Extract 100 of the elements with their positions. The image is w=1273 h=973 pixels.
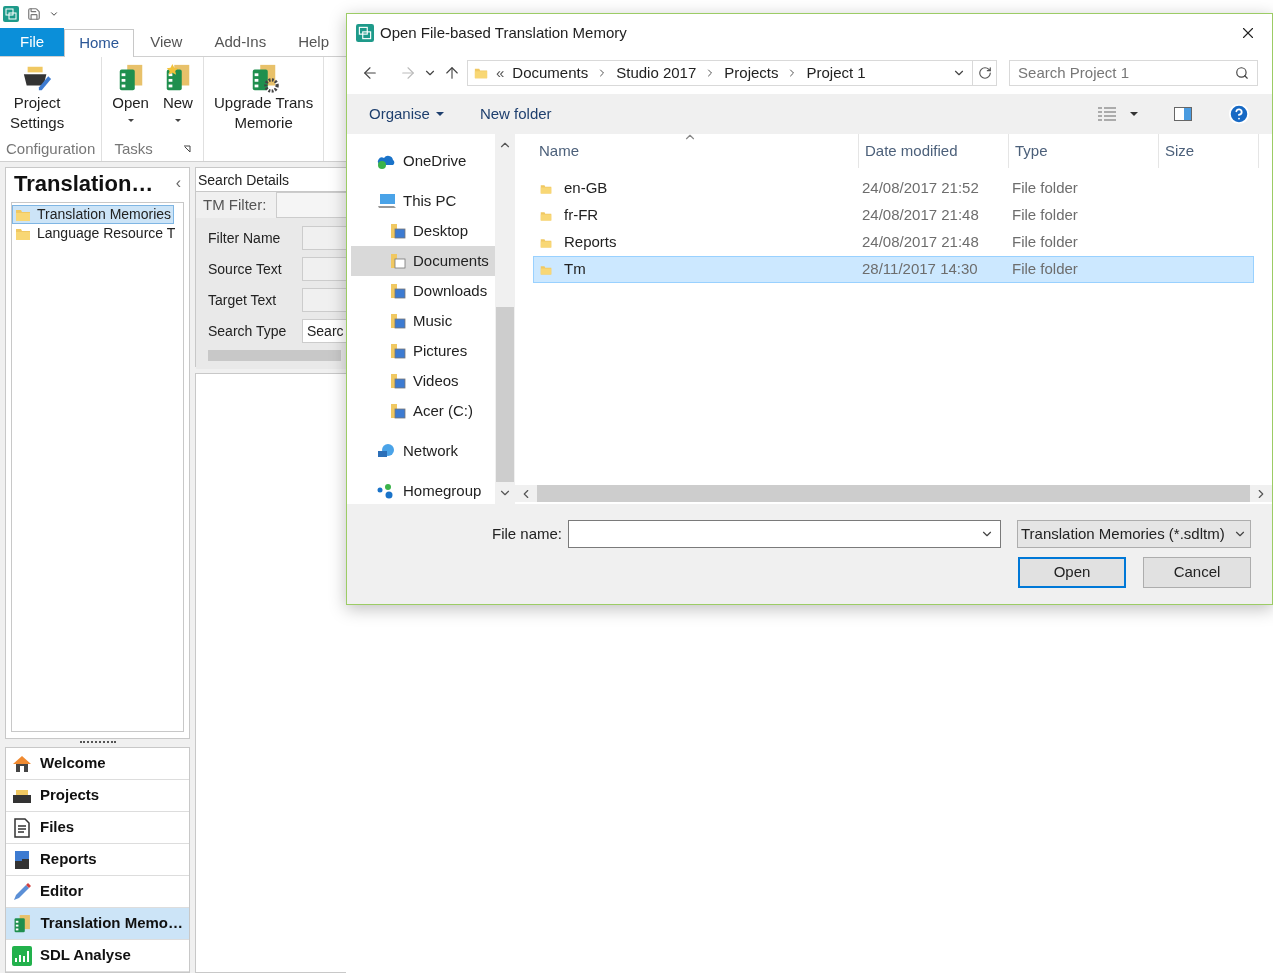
- window-title: Open File-based Translation Memory: [380, 22, 628, 43]
- nav-item[interactable]: Acer (C:): [351, 396, 495, 426]
- input-field[interactable]: [302, 257, 346, 281]
- collapse-button[interactable]: ‹: [175, 171, 181, 195]
- column-header[interactable]: Type: [1009, 134, 1159, 168]
- app-logo-icon: [356, 24, 374, 42]
- dialog-launcher-icon[interactable]: [182, 145, 191, 153]
- organise-button[interactable]: Organise: [369, 102, 444, 126]
- cloud-icon: [377, 153, 397, 169]
- ribbon-tab[interactable]: Help: [282, 28, 345, 56]
- input-field[interactable]: [302, 226, 346, 250]
- nav-item[interactable]: Downloads: [351, 276, 495, 306]
- file-name: en-GB: [564, 178, 608, 199]
- ribbon-tab[interactable]: View: [134, 28, 199, 56]
- nav-item[interactable]: Pictures: [351, 336, 495, 366]
- select-field[interactable]: Searc: [302, 319, 346, 343]
- document-icon: [12, 817, 32, 838]
- table-cell-text: 24/08/2017 21:52: [861, 178, 980, 199]
- table-cell-text: File folder: [1011, 259, 1079, 280]
- nav-item[interactable]: Network: [351, 436, 495, 466]
- file-row[interactable]: Tm 28/11/2017 14:30 File folder: [533, 256, 1254, 283]
- table-cell-text: File folder: [1011, 205, 1079, 226]
- dialog-button[interactable]: Open: [1018, 557, 1126, 588]
- field-label: Target Text: [208, 290, 278, 310]
- table-cell-text: 28/11/2017 14:30: [861, 259, 979, 280]
- ribbon-button[interactable]: Upgrade Trans Memorie: [209, 63, 318, 161]
- table-cell-text: 24/08/2017 21:48: [861, 205, 980, 226]
- address-bar[interactable]: « Documents Studio 2017 Projects Project 1: [467, 60, 974, 86]
- panel-header: Search Details: [196, 168, 346, 192]
- pencil-icon: [12, 881, 32, 902]
- ribbon-tab[interactable]: Add-Ins: [198, 28, 283, 56]
- folder-icon: [389, 312, 407, 330]
- ribbon-button[interactable]: Project Settings: [6, 63, 69, 137]
- folder-icon: [389, 372, 407, 390]
- search-field[interactable]: Search Project 1: [1009, 60, 1258, 86]
- filter-field[interactable]: [276, 192, 346, 218]
- network-icon: [377, 443, 397, 459]
- chart-icon: [12, 945, 32, 966]
- house-icon: [12, 753, 32, 774]
- refresh-icon: [977, 66, 992, 80]
- search-icon: [1235, 66, 1249, 80]
- breadcrumb-item[interactable]: Project 1: [806, 61, 866, 85]
- back-button[interactable]: [361, 64, 379, 82]
- nav-item[interactable]: Videos: [351, 366, 495, 396]
- horizontal-scrollbar[interactable]: [515, 485, 1272, 502]
- new-folder-button[interactable]: New folder: [479, 102, 552, 126]
- folder-icon: [389, 402, 407, 420]
- field-label: File name:: [491, 523, 562, 544]
- breadcrumb-overflow[interactable]: «: [496, 61, 505, 85]
- help-button[interactable]: [1228, 103, 1250, 125]
- computer-icon: [377, 193, 397, 209]
- ribbon-group-label: Tasks: [114, 138, 153, 159]
- nav-item[interactable]: OneDrive: [351, 146, 495, 176]
- column-header[interactable]: Date modified: [859, 134, 1009, 168]
- section-button[interactable]: Translation Memo…: [6, 908, 189, 940]
- scrollbar-thumb[interactable]: [208, 350, 341, 361]
- ribbon-group-label: Configuration: [6, 138, 96, 159]
- ribbon-tab[interactable]: File: [0, 28, 65, 56]
- nav-item[interactable]: This PC: [351, 186, 495, 216]
- view-options-button[interactable]: [1098, 107, 1138, 121]
- breadcrumb-item[interactable]: Projects: [724, 61, 779, 85]
- table-cell-text: File folder: [1011, 232, 1079, 253]
- ribbon-button[interactable]: New: [158, 63, 197, 137]
- folder-icon: [389, 342, 407, 360]
- up-button[interactable]: [443, 64, 461, 82]
- app-logo-icon: [3, 6, 19, 22]
- column-header[interactable]: Size: [1159, 134, 1259, 168]
- file-row[interactable]: Reports 24/08/2017 21:48 File folder: [533, 229, 1254, 256]
- file-name-field[interactable]: [568, 520, 1001, 548]
- file-name: Reports: [564, 232, 617, 253]
- table-cell-text: 24/08/2017 21:48: [861, 232, 980, 253]
- column-header[interactable]: Name: [533, 134, 859, 168]
- field-label: Filter Name: [208, 228, 282, 248]
- nav-item[interactable]: Documents: [351, 246, 495, 276]
- file-type-select[interactable]: Translation Memories (*.sdltm): [1017, 520, 1251, 548]
- report-icon: [12, 849, 32, 870]
- ribbon-button[interactable]: Open: [108, 63, 153, 137]
- save-icon[interactable]: [27, 7, 41, 21]
- field-label: Source Text: [208, 259, 283, 279]
- nav-item[interactable]: Homegroup: [351, 476, 495, 506]
- file-name: fr-FR: [564, 205, 599, 226]
- folder-icon: [389, 222, 407, 240]
- ribbon-tab[interactable]: Home: [64, 29, 135, 57]
- nav-item[interactable]: Desktop: [351, 216, 495, 246]
- input-field[interactable]: [302, 288, 346, 312]
- file-row[interactable]: fr-FR 24/08/2017 21:48 File folder: [533, 202, 1254, 229]
- table-cell-text: File folder: [1011, 178, 1079, 199]
- breadcrumb-item[interactable]: Studio 2017: [616, 61, 697, 85]
- tree-item[interactable]: Language Resource T: [12, 224, 183, 243]
- file-row[interactable]: en-GB 24/08/2017 21:52 File folder: [533, 175, 1254, 202]
- tree-item[interactable]: Translation Memories: [12, 205, 174, 224]
- folder-icon: [389, 252, 407, 270]
- field-label: Search Type: [208, 321, 288, 341]
- preview-pane-button[interactable]: [1174, 107, 1192, 121]
- nav-item[interactable]: Music: [351, 306, 495, 336]
- dialog-button[interactable]: Cancel: [1143, 557, 1251, 588]
- breadcrumb-item[interactable]: Documents: [512, 61, 589, 85]
- quick-access-menu-icon[interactable]: [49, 9, 59, 19]
- refresh-button[interactable]: [973, 60, 998, 86]
- folder-icon: [389, 282, 407, 300]
